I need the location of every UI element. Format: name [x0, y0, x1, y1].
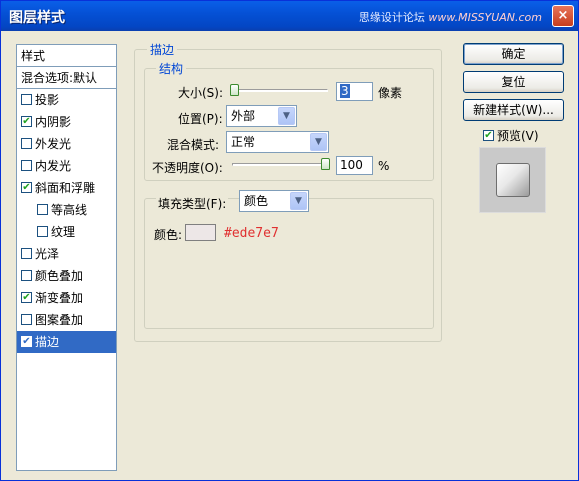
size-unit: 像素: [378, 86, 403, 100]
checkbox-icon[interactable]: ✔: [21, 116, 32, 127]
new-style-button[interactable]: 新建样式(W)...: [463, 99, 564, 121]
position-label: 位置(P):: [178, 112, 223, 126]
style-list-item-label: 光泽: [35, 247, 60, 261]
checkbox-icon[interactable]: [37, 226, 48, 237]
style-list-item[interactable]: 内发光: [17, 155, 116, 177]
watermark: 思缘设计论坛 www.MISSYUAN.com: [359, 9, 542, 25]
style-list-item-label: 斜面和浮雕: [35, 181, 96, 195]
color-hex-annotation: #ede7e7: [224, 226, 279, 241]
style-list-item-label: 投影: [35, 93, 60, 107]
position-select-value: 外部: [231, 109, 256, 123]
opacity-unit: %: [378, 159, 390, 173]
checkbox-icon[interactable]: ✔: [21, 336, 32, 347]
checkbox-icon[interactable]: [21, 270, 32, 281]
style-list-item[interactable]: 外发光: [17, 133, 116, 155]
ok-button[interactable]: 确定: [463, 43, 564, 65]
checkbox-icon[interactable]: [37, 204, 48, 215]
size-label: 大小(S):: [178, 86, 224, 100]
size-slider[interactable]: [232, 89, 328, 92]
style-list-item-label: 描边: [35, 335, 60, 349]
style-list-item-label: 内阴影: [35, 115, 72, 129]
color-label: 颜色:: [154, 228, 183, 242]
checkbox-icon: ✔: [483, 130, 494, 141]
structure-group-title: 结构: [156, 60, 187, 77]
style-list-header[interactable]: 样式: [17, 45, 116, 67]
style-list-item-label: 渐变叠加: [35, 291, 84, 305]
chevron-down-icon: ▼: [290, 192, 307, 210]
style-list-item[interactable]: ✔ 描边: [17, 331, 116, 353]
style-preview: [479, 147, 546, 213]
checkbox-icon[interactable]: [21, 160, 32, 171]
style-list: 样式 混合选项:默认 投影 ✔ 内阴影 外发光 内发光 ✔ 斜面和浮雕 等高线 纹理 光泽 颜色叠加…: [16, 44, 117, 471]
blend-options-item[interactable]: 混合选项:默认: [17, 67, 116, 89]
close-icon: ×: [557, 8, 569, 23]
fill-type-label: 填充类型(F):: [156, 195, 229, 212]
blend-mode-select-value: 正常: [231, 135, 256, 149]
blend-mode-select[interactable]: 正常 ▼: [226, 131, 329, 153]
blend-mode-label: 混合模式:: [167, 138, 220, 152]
opacity-slider[interactable]: [232, 163, 328, 166]
fill-group: [144, 198, 434, 329]
style-list-item-label: 颜色叠加: [35, 269, 84, 283]
preview-label: 预览(V): [497, 129, 539, 143]
position-select[interactable]: 外部 ▼: [226, 105, 297, 127]
style-list-item[interactable]: 纹理: [17, 221, 116, 243]
title-bar[interactable]: 图层样式 思缘设计论坛 www.MISSYUAN.com ×: [1, 1, 578, 31]
watermark-url: www.MISSYUAN.com: [428, 11, 542, 24]
chevron-down-icon: ▼: [310, 133, 327, 151]
close-button[interactable]: ×: [552, 5, 574, 27]
size-slider-thumb[interactable]: [230, 84, 239, 96]
style-list-item-label: 等高线: [51, 203, 88, 217]
style-list-item-label: 内发光: [35, 159, 72, 173]
style-list-item-label: 图案叠加: [35, 313, 84, 327]
style-list-item[interactable]: 图案叠加: [17, 309, 116, 331]
checkbox-icon[interactable]: ✔: [21, 182, 32, 193]
fill-type-select[interactable]: 颜色 ▼: [239, 190, 309, 212]
size-input[interactable]: 3: [336, 82, 373, 101]
reset-button[interactable]: 复位: [463, 71, 564, 93]
opacity-input[interactable]: 100: [336, 156, 373, 175]
style-list-item[interactable]: ✔ 渐变叠加: [17, 287, 116, 309]
style-list-item[interactable]: 颜色叠加: [17, 265, 116, 287]
style-list-item[interactable]: 投影: [17, 89, 116, 111]
checkbox-icon[interactable]: [21, 138, 32, 149]
style-list-item[interactable]: ✔ 内阴影: [17, 111, 116, 133]
dialog-title: 图层样式: [9, 10, 65, 26]
checkbox-icon[interactable]: ✔: [21, 292, 32, 303]
preview-checkbox[interactable]: ✔ 预览(V): [483, 127, 539, 144]
layer-style-dialog: 图层样式 思缘设计论坛 www.MISSYUAN.com × 样式 混合选项:默…: [0, 0, 579, 481]
opacity-slider-thumb[interactable]: [321, 158, 330, 170]
style-list-item-label: 外发光: [35, 137, 72, 151]
watermark-text: 思缘设计论坛: [358, 11, 425, 24]
checkbox-icon[interactable]: [21, 94, 32, 105]
checkbox-icon[interactable]: [21, 314, 32, 325]
style-list-item[interactable]: 等高线: [17, 199, 116, 221]
color-swatch[interactable]: [185, 224, 216, 241]
style-list-item[interactable]: ✔ 斜面和浮雕: [17, 177, 116, 199]
preview-thumbnail: [496, 163, 530, 197]
chevron-down-icon: ▼: [278, 107, 295, 125]
style-list-item[interactable]: 光泽: [17, 243, 116, 265]
stroke-group-title: 描边: [147, 41, 178, 58]
fill-type-select-value: 颜色: [244, 194, 269, 208]
style-list-item-label: 纹理: [51, 225, 76, 239]
checkbox-icon[interactable]: [21, 248, 32, 259]
opacity-label: 不透明度(O):: [152, 161, 223, 175]
